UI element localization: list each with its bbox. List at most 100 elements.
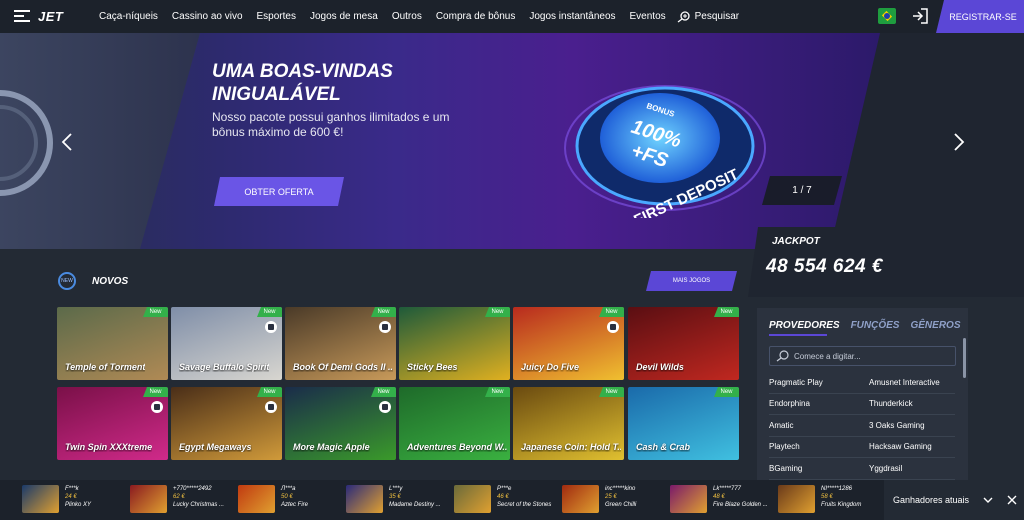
ticker-item[interactable]: Lk*****777 48 € Fire Blaze Golden ... xyxy=(670,485,768,515)
game-tile[interactable]: New Adventures Beyond W... xyxy=(399,387,510,460)
provider-search-placeholder: Comece a digitar... xyxy=(794,351,861,361)
game-type-icon xyxy=(607,321,619,333)
ticker-game-thumbnail xyxy=(22,485,59,513)
winners-ticker: F***k 24 € Plinko XY +770*****2492 62 € Luck… xyxy=(0,480,1024,520)
nav-item-events[interactable]: Eventos xyxy=(623,11,673,22)
provider-item[interactable]: 3 Oaks Gaming xyxy=(869,421,955,430)
game-tile[interactable]: New Savage Buffalo Spirit xyxy=(171,307,282,380)
game-tile[interactable]: New Temple of Torment xyxy=(57,307,168,380)
provider-row: Endorphina Thunderkick xyxy=(769,394,955,415)
ticker-user: L***y xyxy=(389,486,403,492)
provider-item[interactable]: Playtech xyxy=(769,442,869,451)
close-icon[interactable] xyxy=(1007,495,1017,505)
top-navigation-bar: JET Caça-níqueis Cassino ao vivo Esporte… xyxy=(0,0,1024,33)
game-title: More Magic Apple xyxy=(293,442,370,452)
game-tile[interactable]: New Japanese Coin: Hold T... xyxy=(513,387,624,460)
more-games-button[interactable]: MAIS JOGOS xyxy=(646,271,737,291)
game-title: Japanese Coin: Hold T... xyxy=(521,442,621,452)
ticker-user: NI*****1286 xyxy=(821,486,853,492)
ticker-game: Aztec Fire xyxy=(281,502,309,508)
provider-list: Pragmatic Play Amusnet Interactive Endorp… xyxy=(769,372,955,480)
ticker-game-thumbnail xyxy=(238,485,275,513)
game-title: Sticky Bees xyxy=(407,362,458,372)
provider-item[interactable]: BGaming xyxy=(769,464,869,473)
game-tile[interactable]: New Cash & Crab xyxy=(628,387,739,460)
ticker-item[interactable]: inc*****kino 25 € Green Chilli xyxy=(562,485,636,515)
game-tile[interactable]: New Juicy Do Five xyxy=(513,307,624,380)
ticker-item[interactable]: F***k 24 € Plinko XY xyxy=(22,485,91,515)
ticker-user: Lk*****777 xyxy=(713,486,742,492)
chevron-down-icon[interactable] xyxy=(983,496,993,504)
tab-providers[interactable]: PROVEDORES xyxy=(769,320,840,331)
game-type-icon xyxy=(265,321,277,333)
game-type-icon xyxy=(379,401,391,413)
ticker-user: Л***а xyxy=(281,486,296,492)
nav-item-bonus-buy[interactable]: Compra de bônus xyxy=(429,11,523,22)
search-button[interactable]: Pesquisar xyxy=(677,10,740,23)
panel-scrollbar[interactable] xyxy=(963,338,966,378)
game-title: Book Of Demi Gods II ... xyxy=(293,362,393,372)
game-title: Twin Spin XXXtreme xyxy=(65,442,153,452)
search-icon xyxy=(776,350,789,362)
new-badge: New xyxy=(257,387,282,397)
game-tile[interactable]: New More Magic Apple xyxy=(285,387,396,460)
nav-item-table-games[interactable]: Jogos de mesa xyxy=(303,11,385,22)
login-icon[interactable] xyxy=(911,8,929,24)
provider-item[interactable]: Endorphina xyxy=(769,399,869,408)
new-badge: New xyxy=(257,307,282,317)
ticker-amount: 25 € xyxy=(605,494,617,500)
jackpot-box: JACKPOT 48 554 624 € xyxy=(748,227,1024,297)
register-button[interactable]: REGISTRAR-SE xyxy=(936,0,1024,33)
nav-item-sports[interactable]: Esportes xyxy=(250,11,303,22)
provider-row: Playtech Hacksaw Gaming xyxy=(769,437,955,458)
game-tile[interactable]: New Twin Spin XXXtreme xyxy=(57,387,168,460)
ticker-user: F***k xyxy=(65,486,79,492)
nav-item-slots[interactable]: Caça-níqueis xyxy=(92,11,165,22)
current-winners-toggle[interactable]: Ganhadores atuais xyxy=(884,480,1024,520)
get-offer-button[interactable]: OBTER OFERTA xyxy=(214,177,344,206)
tab-genres[interactable]: GÊNEROS xyxy=(910,320,960,331)
provider-item[interactable]: Hacksaw Gaming xyxy=(869,442,955,451)
game-type-icon xyxy=(265,401,277,413)
game-tile[interactable]: New Devil Wilds xyxy=(628,307,739,380)
chevron-left-icon[interactable] xyxy=(60,132,74,152)
ticker-game-thumbnail xyxy=(562,485,599,513)
game-type-icon xyxy=(379,321,391,333)
game-tile[interactable]: New Book Of Demi Gods II ... xyxy=(285,307,396,380)
game-title: Savage Buffalo Spirit xyxy=(179,362,270,372)
provider-search-input[interactable]: Comece a digitar... xyxy=(769,346,956,366)
chevron-right-icon[interactable] xyxy=(952,132,966,152)
bonus-badge-image: BONUS 100% +FS FIRST DEPOSIT xyxy=(564,85,766,218)
search-label: Pesquisar xyxy=(694,11,740,22)
provider-item[interactable]: Amusnet Interactive xyxy=(869,378,955,387)
logo[interactable]: JET xyxy=(38,9,63,24)
nav-item-live-casino[interactable]: Cassino ao vivo xyxy=(165,11,250,22)
ticker-game: Green Chilli xyxy=(605,502,637,508)
provider-item[interactable]: Pragmatic Play xyxy=(769,378,869,387)
tab-features[interactable]: FUNÇÕES xyxy=(851,320,900,331)
game-tile[interactable]: New Egypt Megaways xyxy=(171,387,282,460)
game-title: Juicy Do Five xyxy=(521,362,580,372)
ticker-amount: 24 € xyxy=(65,494,77,500)
ticker-item[interactable]: NI*****1286 58 € Fruits Kingdom xyxy=(778,485,861,515)
ticker-item[interactable]: P***e 46 € Secret of the Stones xyxy=(454,485,551,515)
provider-row: Pragmatic Play Amusnet Interactive xyxy=(769,372,955,394)
provider-item[interactable]: Yggdrasil xyxy=(869,464,955,473)
game-title: Temple of Torment xyxy=(65,362,146,372)
ticker-item[interactable]: Л***а 50 € Aztec Fire xyxy=(238,485,308,515)
provider-item[interactable]: Thunderkick xyxy=(869,399,955,408)
ticker-game-thumbnail xyxy=(130,485,167,513)
nav-item-others[interactable]: Outros xyxy=(385,11,429,22)
ticker-item[interactable]: L***y 35 € Madame Destiny ... xyxy=(346,485,441,515)
slide-counter: 1 / 7 xyxy=(762,176,842,205)
new-badge: New xyxy=(714,387,739,397)
game-tile[interactable]: New Sticky Bees xyxy=(399,307,510,380)
game-title: Adventures Beyond W... xyxy=(407,442,507,452)
provider-item[interactable]: Amatic xyxy=(769,421,869,430)
menu-icon[interactable] xyxy=(14,10,30,22)
roulette-wheel-image xyxy=(0,90,53,196)
brazil-flag-icon[interactable] xyxy=(878,8,896,24)
ticker-game-thumbnail xyxy=(346,485,383,513)
nav-item-instant-games[interactable]: Jogos instantâneos xyxy=(522,11,622,22)
ticker-item[interactable]: +770*****2492 62 € Lucky Christmas ... xyxy=(130,485,224,515)
